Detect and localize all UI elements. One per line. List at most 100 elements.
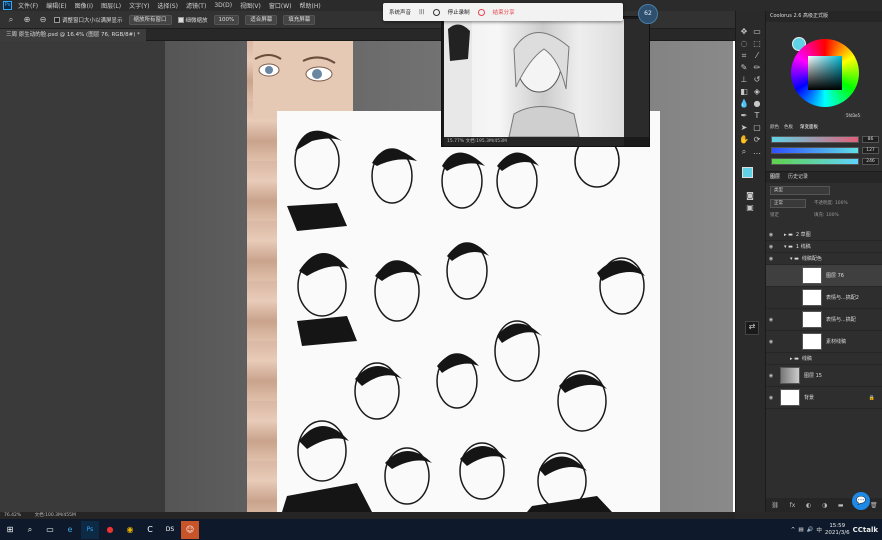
visibility-icon[interactable]: ◉ (766, 395, 776, 401)
visibility-icon[interactable]: ◉ (766, 317, 776, 323)
visibility-icon[interactable]: ◉ (766, 373, 776, 379)
screen-share-preview[interactable]: 15.77% 文档:195.3M/453M (441, 16, 650, 147)
path-select-icon[interactable]: ➤ (739, 123, 749, 133)
edge-icon[interactable]: e (61, 521, 79, 539)
fx-icon[interactable]: fx (790, 502, 796, 509)
tray-up-icon[interactable]: ^ (791, 527, 796, 533)
user-app-icon[interactable]: ☺ (181, 520, 199, 539)
quick-mask-icon[interactable]: ◙ (745, 191, 755, 201)
blue-value[interactable]: 246 (862, 158, 879, 165)
layer-row[interactable]: ◉ 背景 🔒 (766, 387, 882, 409)
blur-tool-icon[interactable]: 💧 (739, 99, 749, 109)
stamp-tool-icon[interactable]: ⊥ (739, 75, 749, 85)
tab-gradients[interactable]: 渐变面板 (800, 124, 818, 130)
layer-group-row[interactable]: ◉ ▾ ▬ 1 线稿 (766, 241, 882, 253)
move-tool-icon[interactable]: ✥ (739, 27, 749, 37)
screen-mode-icon[interactable]: ▣ (745, 203, 755, 213)
layer-row[interactable]: 表情与...搞配2 (766, 287, 882, 309)
hand-tool-icon[interactable]: ✋ (739, 135, 749, 145)
pen-tool-icon[interactable]: ✒ (739, 111, 749, 121)
green-value[interactable]: 127 (862, 147, 879, 154)
menu-view[interactable]: 视图(V) (240, 1, 261, 10)
tab-layers[interactable]: 图层 (770, 172, 780, 183)
lasso-tool-icon[interactable]: ◌ (739, 39, 749, 49)
marquee-tool-icon[interactable]: ⬚ (752, 39, 762, 49)
green-slider[interactable] (771, 147, 859, 154)
blue-slider[interactable] (771, 158, 859, 165)
blend-mode-select[interactable]: 正常 (770, 199, 806, 208)
menu-image[interactable]: 图像(I) (75, 1, 93, 10)
crop-tool-icon[interactable]: ⌗ (739, 51, 749, 61)
layer-group-row[interactable]: ◉ ▸ ▬ 2 草图 (766, 229, 882, 241)
eraser-tool-icon[interactable]: ◧ (739, 87, 749, 97)
tab-swatches[interactable]: 色板 (784, 124, 793, 130)
saturation-square[interactable] (808, 56, 842, 90)
dodge-tool-icon[interactable]: ● (752, 99, 762, 109)
scrubby-zoom-checkbox[interactable]: 细微缩放 (177, 16, 208, 24)
zoom-value-field[interactable]: 100% (213, 14, 240, 25)
mask-icon[interactable]: ◐ (806, 502, 811, 509)
artboard-tool-icon[interactable]: ▭ (752, 27, 762, 37)
system-audio-toggle[interactable]: 系统声音 (389, 8, 411, 16)
layer-row[interactable]: ◉ 表情与...搞配 (766, 309, 882, 331)
zoom-status[interactable]: 76.42% (4, 513, 21, 518)
adjustment-icon[interactable]: ◑ (822, 502, 827, 509)
zoom-tool-icon[interactable]: ⌕ (6, 15, 16, 25)
layer-filter-input[interactable]: 类型 (770, 186, 830, 195)
photoshop-icon[interactable]: Ps (81, 520, 99, 539)
network-icon[interactable]: ▤ (798, 527, 803, 533)
type-tool-icon[interactable]: T (752, 111, 762, 121)
history-brush-icon[interactable]: ↺ (752, 75, 762, 85)
menu-edit[interactable]: 编辑(E) (46, 1, 66, 10)
tab-history[interactable]: 历史记录 (788, 172, 808, 183)
recording-indicator-badge[interactable]: 62 (638, 4, 658, 24)
menu-window[interactable]: 窗口(W) (269, 1, 292, 10)
zoom-out-icon[interactable]: ⊖ (38, 15, 48, 25)
document-tab[interactable]: 三周 原生动的脸.psd @ 16.4% (图层 76, RGB/8#) * (0, 29, 146, 41)
new-group-icon[interactable]: ▬ (838, 502, 844, 509)
rotate-view-icon[interactable]: ⟳ (752, 135, 762, 145)
red-slider[interactable] (771, 136, 859, 143)
menu-help[interactable]: 帮助(H) (300, 1, 321, 10)
volume-icon[interactable]: 🔊 (807, 527, 814, 533)
end-share-button[interactable]: 结束分享 (493, 8, 515, 16)
eyedropper-tool-icon[interactable]: ⁄ (752, 51, 762, 61)
layer-row[interactable]: 图层 76 (766, 265, 882, 287)
brush-tool-icon[interactable]: ✎ (739, 63, 749, 73)
menu-layer[interactable]: 图层(L) (101, 1, 121, 10)
start-icon[interactable]: ⊞ (1, 521, 19, 539)
visibility-icon[interactable]: ◉ (766, 256, 776, 262)
color-wheel[interactable] (791, 39, 859, 107)
layer-row[interactable]: ◉ 图层 15 (766, 365, 882, 387)
menu-select[interactable]: 选择(S) (157, 1, 178, 10)
visibility-icon[interactable]: ◉ (766, 339, 776, 345)
layer-group-row[interactable]: ◉ ▾ ▬ 线稿配色 (766, 253, 882, 265)
menu-file[interactable]: 文件(F) (18, 1, 38, 10)
visibility-icon[interactable]: ◉ (766, 232, 776, 238)
zoom-icon[interactable]: ⌕ (739, 147, 749, 157)
menu-3d[interactable]: 3D(D) (214, 2, 232, 9)
layer-row[interactable]: ◉ 素材线稿 (766, 331, 882, 353)
zoom-all-windows-button[interactable]: 缩放所有窗口 (128, 14, 172, 25)
tab-color[interactable]: 颜色 (770, 124, 779, 130)
stop-record-button[interactable]: 停止录制 (448, 8, 470, 16)
foreground-color[interactable] (742, 167, 753, 178)
clock[interactable]: 15:59 2021/3/6 (825, 523, 850, 537)
opacity-field[interactable]: 不透明度: 100% (814, 200, 848, 206)
color-swatches[interactable] (742, 167, 760, 185)
fit-screen-button[interactable]: 适合屏幕 (245, 14, 278, 25)
shape-tool-icon[interactable]: ▢ (752, 123, 762, 133)
menu-filter[interactable]: 滤镜(T) (186, 1, 206, 10)
chrome-icon[interactable]: ◉ (121, 521, 139, 539)
pencil-tool-icon[interactable]: ✏ (752, 63, 762, 73)
link-icon[interactable]: ⛓ (771, 502, 779, 509)
toggle-panel-icon[interactable]: ⇄ (745, 321, 759, 335)
cctalk-icon[interactable]: C (141, 521, 159, 539)
bucket-tool-icon[interactable]: ◈ (752, 87, 762, 97)
search-icon[interactable]: ⌕ (21, 521, 39, 539)
task-view-icon[interactable]: ▭ (41, 521, 59, 539)
visibility-icon[interactable]: ◉ (766, 244, 776, 250)
more-tools-icon[interactable]: … (752, 147, 762, 157)
fill-screen-button[interactable]: 填充屏幕 (283, 14, 316, 25)
red-value[interactable]: 86 (862, 136, 879, 143)
